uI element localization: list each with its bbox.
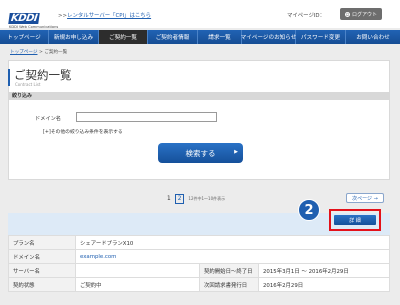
power-icon: ⏻ — [344, 11, 350, 17]
logout-button[interactable]: ⏻ ログアウト — [340, 8, 382, 20]
breadcrumb: トップページ > ご契約一覧 — [10, 49, 67, 55]
table-row: プラン名 シェアードプランX10 — [8, 235, 390, 250]
cpi-link-prefix: >> — [58, 13, 68, 19]
renewal-label: 次回請求書発行日 — [199, 277, 259, 292]
more-filter-toggle[interactable]: [+]その他の絞り込み条件を表示する — [43, 128, 123, 135]
domain-value[interactable]: example.com — [75, 249, 390, 264]
page-title: ご契約一覧 — [14, 68, 72, 82]
nav-item-contact[interactable]: お問い合わせ — [346, 30, 400, 44]
search-button-label: 検索する — [185, 148, 216, 158]
status-label: 契約状態 — [8, 277, 76, 292]
detail-button-label: 詳 細 — [349, 217, 361, 224]
breadcrumb-current: ご契約一覧 — [44, 50, 68, 55]
page-subtitle: Contract List — [15, 82, 41, 87]
server-label: サーバー名 — [8, 263, 76, 278]
detail-button[interactable]: 詳 細 — [334, 215, 376, 225]
main-nav: トップページ 新規お申し込み ご契約一覧 ご契約者情報 請求一覧 マイページのお… — [0, 30, 400, 44]
nav-item-invoices[interactable]: 請求一覧 — [198, 30, 242, 44]
page-1-link[interactable]: 1 — [167, 196, 171, 202]
next-page-button[interactable]: 次ページ → — [346, 193, 384, 203]
logout-label: ログアウト — [351, 11, 377, 18]
cpi-link[interactable]: >>レンタルサーバー「CPI」はこちら — [58, 11, 151, 19]
domain-label: ドメイン名 — [8, 249, 76, 264]
breadcrumb-home[interactable]: トップページ — [10, 50, 37, 55]
nav-item-top[interactable]: トップページ — [0, 30, 49, 44]
kddi-logo[interactable]: KDDI KDDI Web Communications — [8, 6, 58, 30]
search-button[interactable]: 検索する ▶ — [158, 143, 243, 163]
table-row: サーバー名 契約開始日～終了日 2015年3月1日 ～ 2016年2月29日 — [8, 263, 390, 278]
cpi-link-text[interactable]: レンタルサーバー「CPI」はこちら — [67, 13, 151, 19]
page-2-link[interactable]: 2 — [174, 194, 185, 204]
server-value — [75, 263, 200, 278]
nav-item-new-application[interactable]: 新規お申し込み — [49, 30, 99, 44]
table-row: 契約状態 ご契約中 次回請求書発行日 2016年2月29日 — [8, 277, 390, 292]
nav-item-password[interactable]: パスワード変更 — [296, 30, 346, 44]
filter-heading: 絞り込み — [8, 92, 390, 100]
nav-item-contract-list[interactable]: ご契約一覧 — [99, 30, 148, 44]
plan-label: プラン名 — [8, 235, 76, 250]
title-accent-bar — [8, 69, 10, 86]
logo-mark: KDDI — [8, 13, 40, 24]
renewal-value: 2016年2月29日 — [258, 277, 390, 292]
table-row: ドメイン名 example.com — [8, 249, 390, 264]
nav-item-contractor-info[interactable]: ご契約者情報 — [148, 30, 198, 44]
period-value: 2015年3月1日 ～ 2016年2月29日 — [258, 263, 390, 278]
mypage-id-label: マイページID： — [287, 13, 325, 19]
step-2-badge: 2 — [298, 199, 320, 221]
nav-item-notices[interactable]: マイページのお知らせ — [241, 30, 296, 44]
pagination: 1 2 12件中1～10件表示 — [167, 194, 225, 204]
domain-filter-input[interactable] — [76, 112, 217, 122]
plan-value: シェアードプランX10 — [75, 235, 390, 250]
status-value: ご契約中 — [75, 277, 200, 292]
domain-filter-label: ドメイン名 — [35, 116, 61, 122]
period-label: 契約開始日～終了日 — [199, 263, 259, 278]
contract-table: プラン名 シェアードプランX10 ドメイン名 example.com サーバー名… — [8, 235, 390, 292]
top-header: KDDI KDDI Web Communications >>レンタルサーバー「… — [0, 0, 400, 30]
arrow-right-icon: ▶ — [234, 149, 238, 155]
pagination-info: 12件中1～10件表示 — [188, 196, 226, 201]
